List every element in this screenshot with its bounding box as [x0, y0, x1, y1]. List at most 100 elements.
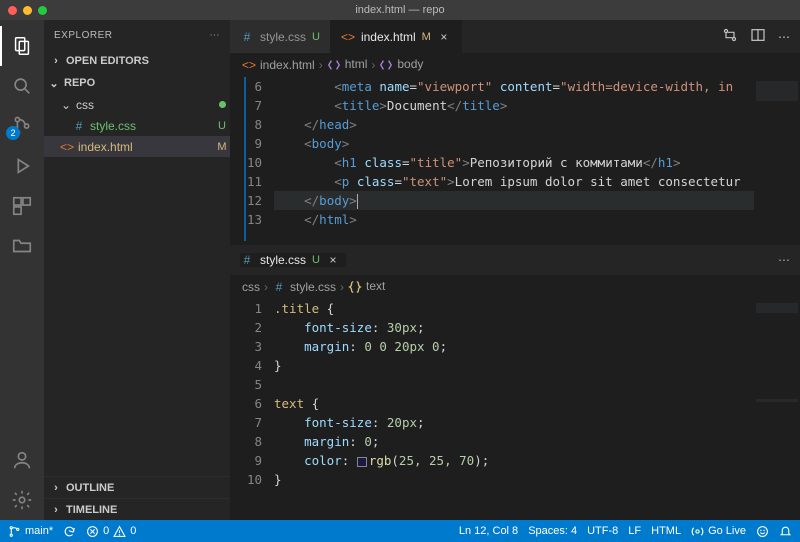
line-number: 10 — [230, 153, 262, 172]
line-number: 4 — [230, 356, 262, 375]
status-feedback-icon[interactable] — [756, 525, 769, 538]
status-sync[interactable] — [63, 525, 76, 538]
close-window-icon[interactable] — [8, 6, 17, 15]
scm-badge: 2 — [6, 126, 20, 140]
more-actions-icon[interactable]: ⋯ — [778, 253, 790, 267]
activity-folder-icon[interactable] — [0, 226, 44, 266]
explorer-more-icon[interactable]: ⋯ — [210, 30, 221, 41]
line-number: 1 — [230, 299, 262, 318]
code-line[interactable]: <body> — [274, 134, 754, 153]
code-line[interactable]: text { — [274, 394, 754, 413]
code-editor-top[interactable]: 678910111213 <meta name="viewport" conte… — [230, 77, 800, 241]
tab-scm-status: U — [312, 31, 320, 43]
breadcrumb-separator: › — [340, 280, 344, 294]
section-open-editors[interactable]: › OPEN EDITORS — [44, 50, 230, 72]
activity-source-control-icon[interactable]: 2 — [0, 106, 44, 146]
tab-style-css-lower[interactable]: # style.css U × — [240, 253, 346, 267]
code-line[interactable]: </head> — [274, 115, 754, 134]
breadcrumb-top[interactable]: <>index.html›html›body — [230, 53, 800, 77]
section-repo[interactable]: ⌄ REPO — [44, 72, 230, 94]
code-line[interactable]: font-size: 20px; — [274, 413, 754, 432]
code-line[interactable]: color: rgb(25, 25, 70); — [274, 451, 754, 470]
tree-item-index-html[interactable]: <> index.html M — [44, 136, 230, 157]
line-number: 5 — [230, 375, 262, 394]
breadcrumb-item[interactable]: body — [379, 57, 423, 72]
status-branch[interactable]: main* — [8, 525, 53, 538]
breadcrumb-label: text — [366, 279, 385, 293]
code-line[interactable] — [274, 375, 754, 394]
editor-toolbar: ⋯ — [712, 20, 800, 53]
tab-style-css[interactable]: # style.css U — [230, 20, 331, 53]
breadcrumb-label: html — [345, 57, 368, 71]
code-line[interactable]: .title { — [274, 299, 754, 318]
color-swatch-icon[interactable] — [357, 457, 367, 467]
minimize-window-icon[interactable] — [23, 6, 32, 15]
code-line[interactable]: <p class="text">Lorem ipsum dolor sit am… — [274, 172, 754, 191]
breadcrumb-bottom[interactable]: css›#style.css›text — [230, 275, 800, 299]
code-line[interactable]: <h1 class="title">Репозиторий с коммитам… — [274, 153, 754, 172]
minimap-top[interactable] — [754, 77, 800, 241]
css-file-icon: # — [72, 119, 86, 133]
code-line[interactable]: <meta name="viewport" content="width=dev… — [274, 77, 754, 96]
activity-run-debug-icon[interactable] — [0, 146, 44, 186]
window-controls[interactable] — [0, 6, 47, 15]
code-line[interactable]: } — [274, 470, 754, 489]
more-actions-icon[interactable]: ⋯ — [778, 30, 790, 44]
status-notifications-icon[interactable] — [779, 525, 792, 538]
code-line[interactable]: } — [274, 356, 754, 375]
close-tab-icon[interactable]: × — [326, 253, 340, 267]
status-golive[interactable]: Go Live — [691, 525, 746, 538]
gutter-bottom: 12345678910 — [230, 299, 274, 520]
tab-style-css-label: style.css — [260, 253, 306, 267]
breadcrumb-item[interactable]: #style.css — [272, 280, 336, 294]
titlebar: index.html — repo — [0, 0, 800, 20]
code-line[interactable]: margin: 0; — [274, 432, 754, 451]
section-outline[interactable]: › OUTLINE — [44, 476, 230, 498]
code-line[interactable]: <title>Document</title> — [274, 96, 754, 115]
breadcrumb-item[interactable]: css — [242, 280, 260, 294]
code-lines-bottom[interactable]: .title { font-size: 30px; margin: 0 0 20… — [274, 299, 754, 520]
code-line[interactable]: font-size: 30px; — [274, 318, 754, 337]
scm-status: M — [214, 141, 230, 153]
html-file-icon: <> — [60, 140, 74, 154]
breadcrumb-item[interactable]: text — [348, 279, 385, 294]
maximize-window-icon[interactable] — [38, 6, 47, 15]
status-eol[interactable]: LF — [628, 525, 641, 537]
breadcrumb-label: style.css — [290, 280, 336, 294]
tab-index-html[interactable]: <>index.htmlM× — [331, 20, 462, 53]
activity-search-icon[interactable] — [0, 66, 44, 106]
close-tab-icon[interactable]: × — [437, 30, 451, 44]
compare-changes-icon[interactable] — [722, 27, 738, 46]
section-timeline[interactable]: › TIMELINE — [44, 498, 230, 520]
tab-label: style.css — [260, 30, 306, 44]
activity-bar: 2 — [0, 20, 44, 520]
tab-scm-status: M — [422, 31, 431, 43]
breadcrumb-label: body — [397, 57, 423, 71]
activity-account-icon[interactable] — [0, 440, 44, 480]
code-line[interactable]: </body> — [274, 191, 754, 210]
status-lncol[interactable]: Ln 12, Col 8 — [459, 525, 518, 537]
status-spaces[interactable]: Spaces: 4 — [528, 525, 577, 537]
tree-item-style-css[interactable]: #style.cssU — [44, 115, 230, 136]
chevron-right-icon: › — [50, 55, 62, 67]
minimap-bottom[interactable] — [754, 299, 800, 520]
scm-status: U — [214, 120, 230, 132]
code-lines-top[interactable]: <meta name="viewport" content="width=dev… — [274, 77, 754, 241]
split-editor-icon[interactable] — [750, 27, 766, 46]
tree-item-label: index.html — [78, 140, 210, 154]
status-encoding[interactable]: UTF-8 — [587, 525, 618, 537]
code-editor-bottom[interactable]: 12345678910 .title { font-size: 30px; ma… — [230, 299, 800, 520]
editor-tabs-top: #style.cssU<>index.htmlM× ⋯ — [230, 20, 800, 53]
code-line[interactable]: </html> — [274, 210, 754, 229]
breadcrumb-item[interactable]: html — [327, 57, 368, 72]
code-line[interactable]: margin: 0 0 20px 0; — [274, 337, 754, 356]
activity-settings-icon[interactable] — [0, 480, 44, 520]
breadcrumb-label: index.html — [260, 58, 315, 72]
activity-extensions-icon[interactable] — [0, 186, 44, 226]
activity-explorer-icon[interactable] — [0, 26, 44, 66]
status-problems[interactable]: 0 0 — [86, 525, 136, 538]
tree-item-css[interactable]: ⌄css — [44, 94, 230, 115]
status-language[interactable]: HTML — [651, 525, 681, 537]
css-file-icon: # — [240, 30, 254, 44]
breadcrumb-item[interactable]: <>index.html — [242, 58, 315, 72]
